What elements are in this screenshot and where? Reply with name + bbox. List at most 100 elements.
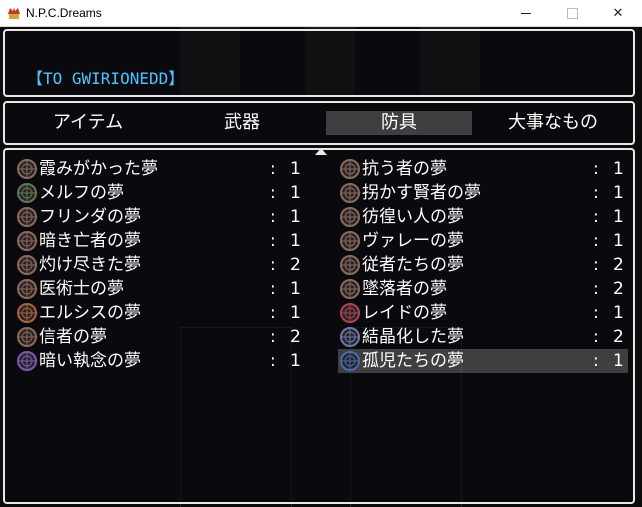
item-quantity: 1: [290, 351, 301, 371]
list-item[interactable]: フリンダの夢:1: [15, 205, 305, 229]
dream-orb-icon: [340, 351, 360, 371]
item-name: メルフの夢: [39, 183, 124, 203]
item-name: フリンダの夢: [39, 207, 141, 227]
dream-orb-icon: [340, 327, 360, 347]
dream-orb-icon: [17, 207, 37, 227]
item-separator: :: [270, 207, 276, 227]
dream-orb-icon: [17, 303, 37, 323]
item-separator: :: [270, 183, 276, 203]
item-name: 灼け尽きた夢: [39, 255, 141, 275]
list-item[interactable]: 孤児たちの夢:1: [338, 349, 628, 373]
list-item[interactable]: ヴァレーの夢:1: [338, 229, 628, 253]
item-separator: :: [593, 303, 599, 323]
item-separator: :: [270, 351, 276, 371]
maximize-icon: [567, 8, 578, 19]
item-separator: :: [270, 159, 276, 179]
list-item[interactable]: 暗き亡者の夢:1: [15, 229, 305, 253]
item-quantity: 2: [613, 279, 624, 299]
item-name: 信者の夢: [39, 327, 107, 347]
item-name: 結晶化した夢: [362, 327, 464, 347]
dream-orb-icon: [340, 279, 360, 299]
tab-armor[interactable]: 防具: [326, 111, 472, 135]
list-item[interactable]: 彷徨い人の夢:1: [338, 205, 628, 229]
minimize-button[interactable]: [503, 0, 549, 26]
list-item[interactable]: レイドの夢:1: [338, 301, 628, 325]
item-separator: :: [593, 351, 599, 371]
item-quantity: 1: [613, 351, 624, 371]
list-item[interactable]: 拐かす賢者の夢:1: [338, 181, 628, 205]
scroll-up-arrow-icon[interactable]: [315, 148, 327, 155]
list-item[interactable]: 霞みがかった夢:1: [15, 157, 305, 181]
tab-items[interactable]: アイテム: [15, 111, 161, 135]
app-icon: [8, 7, 20, 19]
tab-weapons[interactable]: 武器: [169, 111, 315, 135]
list-item[interactable]: 灼け尽きた夢:2: [15, 253, 305, 277]
item-quantity: 2: [613, 255, 624, 275]
item-separator: :: [593, 327, 599, 347]
list-item[interactable]: 墜落者の夢:2: [338, 277, 628, 301]
item-list-window: 霞みがかった夢:1 メルフの夢:1 フリンダの夢:1 暗き亡者の夢:1 灼け尽きた夢:2…: [3, 148, 635, 504]
tab-key-items[interactable]: 大事なもの: [480, 111, 626, 135]
item-name: ヴァレーの夢: [362, 231, 464, 251]
dream-orb-icon: [17, 327, 37, 347]
item-quantity: 2: [290, 255, 301, 275]
item-separator: :: [270, 255, 276, 275]
item-name: 医術士の夢: [39, 279, 124, 299]
dream-orb-icon: [340, 183, 360, 203]
item-quantity: 1: [613, 183, 624, 203]
dream-orb-icon: [17, 351, 37, 371]
list-item[interactable]: 抗う者の夢:1: [338, 157, 628, 181]
dream-orb-icon: [340, 207, 360, 227]
item-separator: :: [270, 303, 276, 323]
item-separator: :: [593, 207, 599, 227]
list-item[interactable]: エルシスの夢:1: [15, 301, 305, 325]
item-separator: :: [270, 327, 276, 347]
item-name: レイドの夢: [362, 303, 447, 323]
dream-orb-icon: [340, 159, 360, 179]
list-item[interactable]: メルフの夢:1: [15, 181, 305, 205]
item-quantity: 1: [613, 207, 624, 227]
item-quantity: 2: [290, 327, 301, 347]
window-title: N.P.C.Dreams: [26, 6, 102, 20]
item-separator: :: [593, 159, 599, 179]
list-item[interactable]: 医術士の夢:1: [15, 277, 305, 301]
item-name: 彷徨い人の夢: [362, 207, 464, 227]
item-name: 暗い執念の夢: [39, 351, 141, 371]
item-name: 孤児たちの夢: [362, 351, 464, 371]
list-item[interactable]: 信者の夢:2: [15, 325, 305, 349]
item-quantity: 1: [290, 183, 301, 203]
item-separator: :: [593, 231, 599, 251]
item-quantity: 1: [613, 231, 624, 251]
item-quantity: 1: [290, 159, 301, 179]
help-text: 【TO GWIRIONEDD】: [27, 69, 185, 88]
item-quantity: 1: [290, 207, 301, 227]
list-item[interactable]: 従者たちの夢:2: [338, 253, 628, 277]
list-item[interactable]: 暗い執念の夢:1: [15, 349, 305, 373]
item-separator: :: [593, 255, 599, 275]
item-name: 拐かす賢者の夢: [362, 183, 481, 203]
item-name: 墜落者の夢: [362, 279, 447, 299]
item-quantity: 1: [613, 303, 624, 323]
dream-orb-icon: [17, 159, 37, 179]
game-screen: 【TO GWIRIONEDD】 アイテム 武器 防具 大事なもの 霞みがかった夢…: [0, 27, 642, 507]
close-button[interactable]: ✕: [595, 0, 641, 26]
item-name: 霞みがかった夢: [39, 159, 158, 179]
title-bar: N.P.C.Dreams ✕: [0, 0, 642, 27]
maximize-button[interactable]: [549, 0, 595, 26]
item-quantity: 1: [290, 279, 301, 299]
minimize-icon: [521, 13, 531, 14]
dream-orb-icon: [17, 255, 37, 275]
item-name: 抗う者の夢: [362, 159, 447, 179]
item-quantity: 1: [290, 231, 301, 251]
dream-orb-icon: [17, 183, 37, 203]
item-name: 暗き亡者の夢: [39, 231, 141, 251]
item-separator: :: [270, 231, 276, 251]
help-window: 【TO GWIRIONEDD】: [3, 29, 635, 97]
item-separator: :: [593, 279, 599, 299]
list-item[interactable]: 結晶化した夢:2: [338, 325, 628, 349]
item-separator: :: [593, 183, 599, 203]
dream-orb-icon: [340, 255, 360, 275]
dream-orb-icon: [17, 231, 37, 251]
category-window: アイテム 武器 防具 大事なもの: [3, 101, 635, 145]
dream-orb-icon: [340, 303, 360, 323]
